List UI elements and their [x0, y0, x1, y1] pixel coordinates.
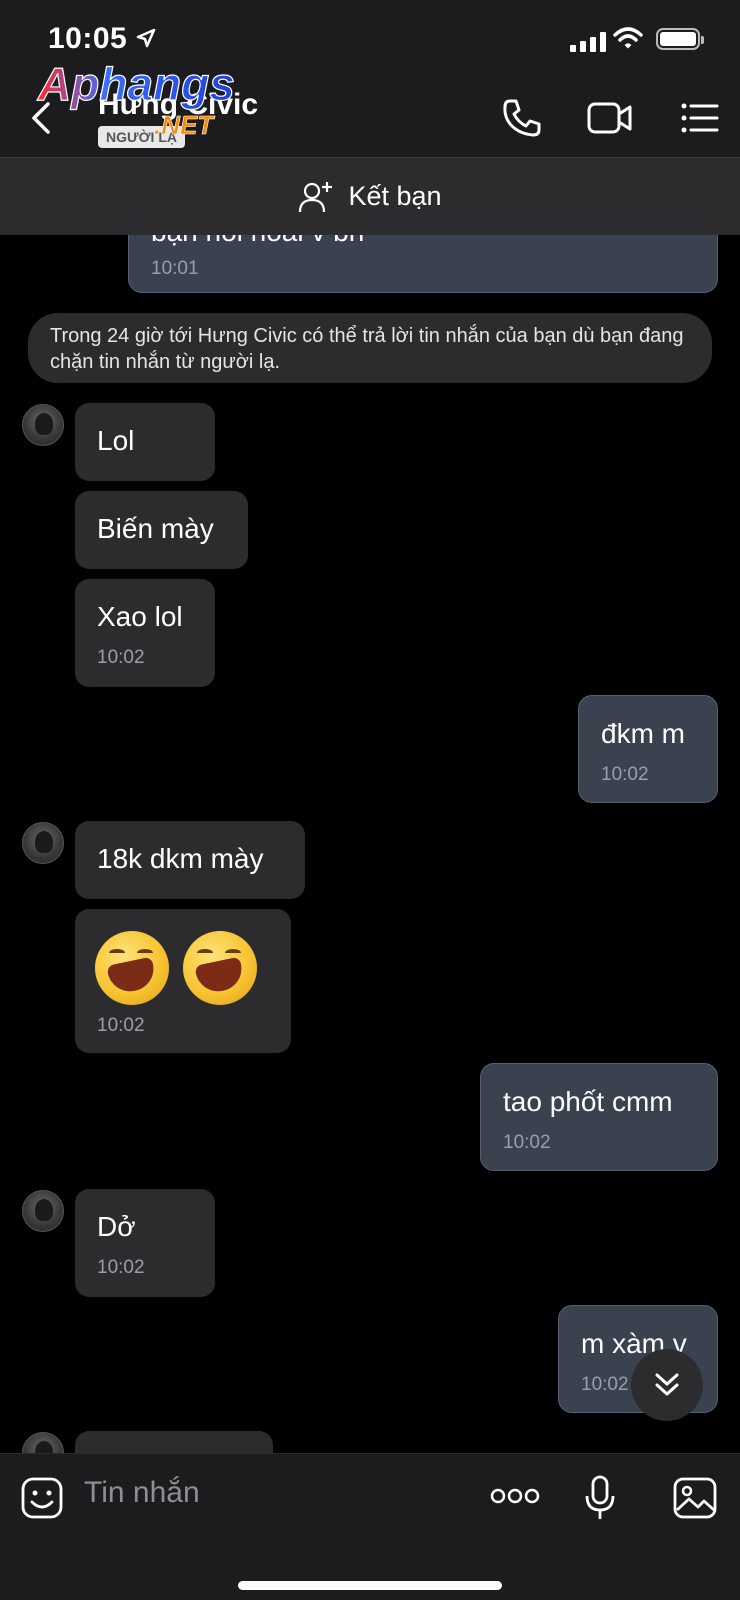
message-input[interactable]: Tin nhắn — [84, 1476, 200, 1510]
battery-icon — [656, 28, 704, 50]
wifi-icon — [613, 27, 643, 49]
avatar[interactable] — [22, 822, 64, 864]
laughing-face-icon — [183, 931, 257, 1005]
message-text: tao phốt cmm — [503, 1086, 673, 1117]
message-bubble-incoming[interactable]: 10:02 — [75, 909, 291, 1053]
message-text: Xao lol — [97, 601, 183, 632]
message-bubble-outgoing[interactable]: tao phốt cmm 10:02 — [480, 1063, 718, 1171]
laughing-face-icon — [95, 931, 169, 1005]
message-bubble-incoming[interactable]: Biến mày — [75, 491, 248, 569]
scroll-to-bottom-button[interactable] — [631, 1349, 703, 1421]
avatar[interactable] — [22, 1190, 64, 1232]
message-time: 10:02 — [581, 1374, 629, 1395]
message-bubble-outgoing[interactable]: bạn nói hoài v bn 10:01 — [128, 235, 718, 293]
message-text: Dở — [97, 1211, 136, 1242]
message-time: 10:01 — [151, 258, 199, 279]
message-time: 10:02 — [601, 764, 649, 785]
message-text: 18k dkm mày — [97, 843, 264, 874]
message-text: Lol — [97, 425, 135, 456]
stranger-badge: NGƯỜI LẠ — [98, 126, 185, 148]
double-chevron-down-icon — [655, 1373, 679, 1396]
message-text: Biến mày — [97, 513, 214, 544]
message-list[interactable]: bạn nói hoài v bn 10:01 Trong 24 giờ tới… — [0, 235, 740, 1453]
avatar[interactable] — [22, 404, 64, 446]
microphone-icon[interactable] — [584, 1474, 616, 1522]
cellular-signal-icon — [570, 32, 606, 52]
avatar[interactable] — [22, 1432, 64, 1453]
contact-name[interactable]: Hưng Civic — [98, 88, 258, 122]
location-arrow-icon — [136, 28, 156, 48]
image-gallery-icon[interactable] — [672, 1476, 718, 1520]
add-friend-label: Kết bạn — [348, 181, 442, 211]
home-indicator — [238, 1581, 502, 1590]
message-text: bạn nói hoài v bn — [151, 235, 364, 248]
message-bubble-incoming[interactable]: Dở 10:02 — [75, 1189, 215, 1297]
more-options-icon[interactable] — [490, 1486, 540, 1506]
add-friend-icon — [299, 181, 333, 212]
message-time: 10:02 — [97, 1015, 145, 1036]
message-text: đkm m — [601, 718, 685, 749]
chat-header: Hưng Civic NGƯỜI LẠ — [0, 80, 740, 157]
message-time: 10:02 — [503, 1132, 551, 1153]
video-call-icon[interactable] — [586, 96, 634, 140]
message-bubble-incoming[interactable]: 18k dkm mày — [75, 821, 305, 899]
status-bar: 10:05 — [0, 0, 740, 80]
status-time: 10:05 — [48, 22, 128, 55]
message-bubble-outgoing[interactable]: đkm m 10:02 — [578, 695, 718, 803]
message-bubble-incoming[interactable] — [75, 1431, 273, 1453]
back-icon[interactable] — [22, 96, 62, 140]
message-time: 10:02 — [97, 647, 145, 668]
phone-call-icon[interactable] — [500, 96, 544, 140]
add-friend-button[interactable]: Kết bạn — [0, 157, 740, 235]
message-time: 10:02 — [97, 1257, 145, 1278]
stranger-notice: Trong 24 giờ tới Hưng Civic có thể trả l… — [28, 313, 712, 383]
message-bubble-incoming[interactable]: Xao lol 10:02 — [75, 579, 215, 687]
message-input-bar: Tin nhắn — [0, 1453, 740, 1600]
message-bubble-incoming[interactable]: Lol — [75, 403, 215, 481]
menu-list-icon[interactable] — [680, 96, 720, 140]
sticker-icon[interactable] — [20, 1476, 64, 1520]
